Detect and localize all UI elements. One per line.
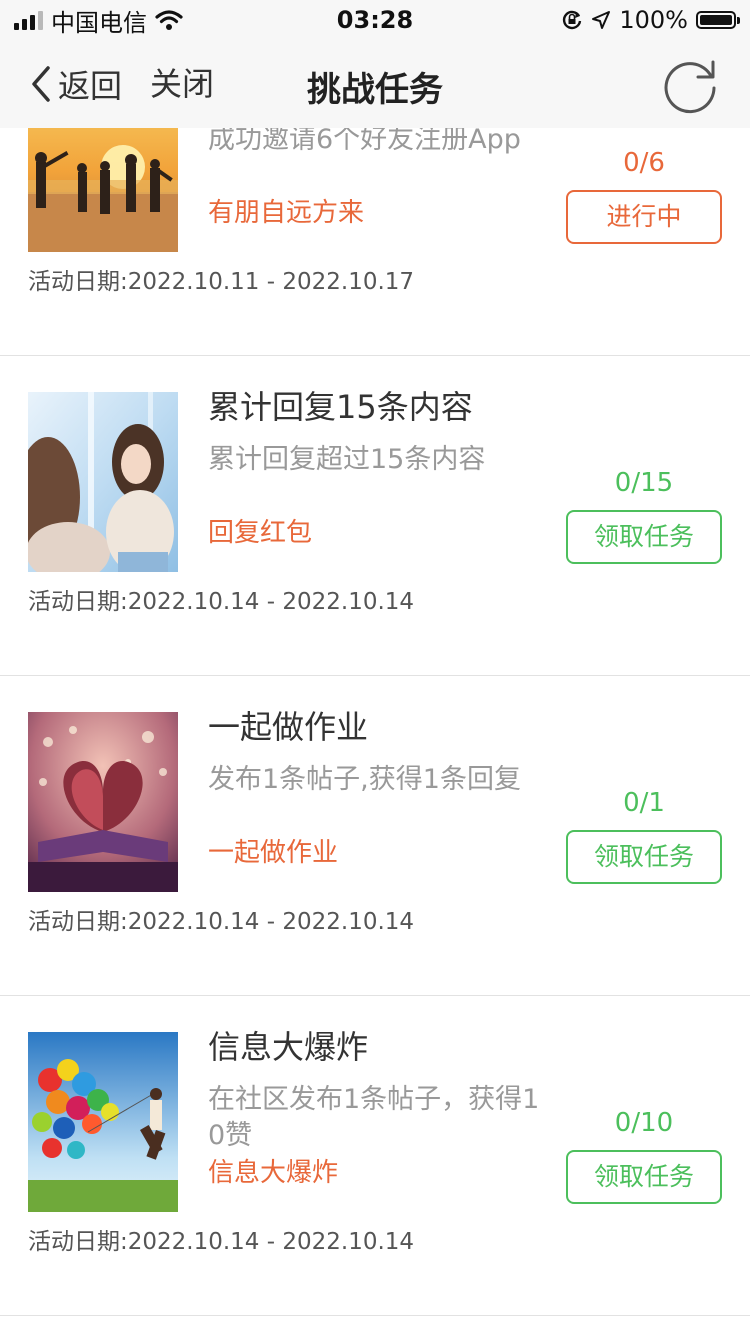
date-label: 活动日期:	[28, 909, 128, 935]
task-tag: 信息大爆炸	[208, 1158, 339, 1188]
status-right: 100%	[561, 6, 740, 34]
task-description: 发布1条帖子,获得1条回复	[208, 764, 521, 795]
page-title: 挑战任务	[307, 70, 443, 110]
task-image-girls	[28, 392, 178, 572]
task-tag: 一起做作业	[208, 838, 339, 868]
battery-icon	[696, 11, 740, 29]
task-item[interactable]: 信息大爆炸 在社区发布1条帖子，获得10赞 信息大爆炸 活动日期:2022.10…	[0, 996, 750, 1316]
accept-task-button[interactable]: 领取任务	[566, 1150, 722, 1204]
date-range: 2022.10.14 - 2022.10.14	[127, 909, 415, 935]
task-title: 一起做作业	[208, 708, 369, 746]
accept-task-button[interactable]: 领取任务	[566, 830, 722, 884]
task-progress: 0/1	[623, 788, 665, 818]
task-list[interactable]: 成功邀请6个好友注册App 有朋自远方来 活动日期:2022.10.11 - 2…	[0, 128, 750, 1334]
task-status-button[interactable]: 进行中	[566, 190, 722, 244]
date-label: 活动日期:	[28, 589, 128, 615]
task-description: 累计回复超过15条内容	[208, 444, 486, 475]
rotation-lock-icon	[563, 10, 582, 30]
task-tag: 回复红包	[208, 518, 313, 548]
task-date: 活动日期:2022.10.14 - 2022.10.14	[28, 582, 414, 616]
task-date: 活动日期:2022.10.11 - 2022.10.17	[28, 262, 414, 296]
task-description: 成功邀请6个好友注册App	[208, 128, 521, 155]
date-label: 活动日期:	[28, 1229, 128, 1255]
task-date: 活动日期:2022.10.14 - 2022.10.14	[28, 902, 414, 936]
refresh-button[interactable]	[660, 54, 720, 114]
date-label: 活动日期:	[28, 269, 128, 295]
task-image-book	[28, 712, 178, 892]
task-progress: 0/6	[623, 148, 665, 178]
date-range: 2022.10.14 - 2022.10.14	[127, 589, 415, 615]
task-title: 信息大爆炸	[208, 1028, 369, 1066]
task-title: 累计回复15条内容	[208, 388, 473, 426]
status-bar: 中国电信 03:28 100%	[0, 0, 750, 40]
nav-bar: 返回 关闭 挑战任务	[0, 40, 750, 128]
task-description: 在社区发布1条帖子，获得10赞	[208, 1084, 540, 1151]
task-image-balloons	[28, 1032, 178, 1212]
task-progress: 0/15	[614, 468, 674, 498]
task-date: 活动日期:2022.10.14 - 2022.10.14	[28, 1222, 414, 1256]
task-item[interactable]: 累计回复15条内容 累计回复超过15条内容 回复红包 活动日期:2022.10.…	[0, 356, 750, 676]
task-tag: 有朋自远方来	[208, 198, 365, 228]
task-image-beach	[28, 128, 178, 252]
accept-task-button[interactable]: 领取任务	[566, 510, 722, 564]
location-icon	[592, 11, 611, 29]
task-progress: 0/10	[614, 1108, 674, 1138]
battery-percent: 100%	[619, 6, 688, 34]
refresh-icon	[664, 60, 716, 114]
task-item[interactable]: 一起做作业 发布1条帖子,获得1条回复 一起做作业 活动日期:2022.10.1…	[0, 676, 750, 996]
task-item[interactable]: 成功邀请6个好友注册App 有朋自远方来 活动日期:2022.10.11 - 2…	[0, 128, 750, 356]
date-range: 2022.10.11 - 2022.10.17	[127, 269, 415, 295]
date-range: 2022.10.14 - 2022.10.14	[127, 1229, 415, 1255]
